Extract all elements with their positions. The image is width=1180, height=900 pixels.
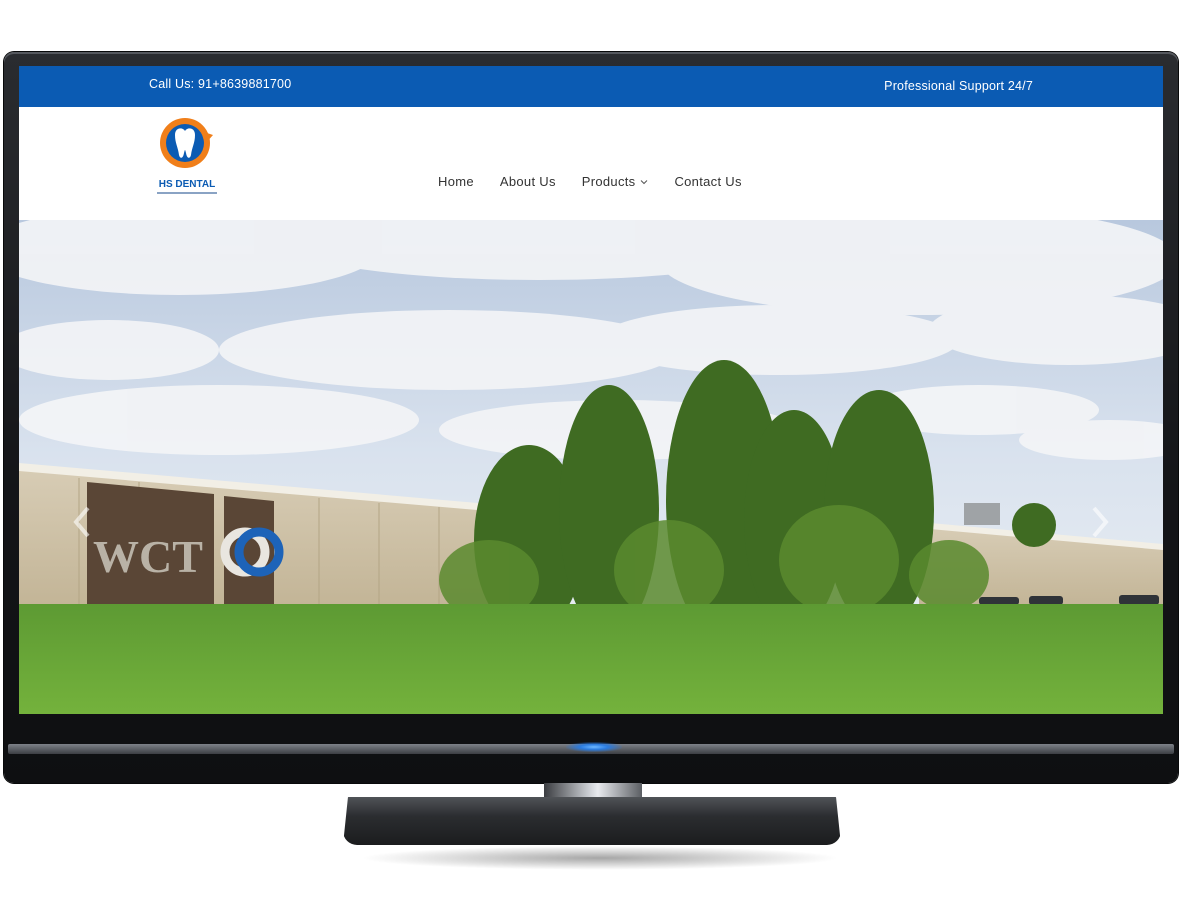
monitor-stand-base	[343, 797, 841, 845]
hero-slider: WCT	[19, 220, 1163, 714]
slider-next-arrow[interactable]	[1089, 505, 1111, 539]
nav-home[interactable]: Home	[438, 174, 474, 189]
nav-contact-label: Contact Us	[674, 174, 742, 189]
monitor-stand-shadow	[360, 846, 840, 870]
tooth-logo-icon	[160, 118, 213, 168]
call-us-text[interactable]: Call Us: 91+8639881700	[149, 77, 291, 91]
support-text: Professional Support 24/7	[884, 79, 1033, 93]
site-header: HS DENTAL Home About Us Products Contact…	[19, 107, 1163, 220]
brand-tagline-line	[157, 192, 217, 194]
nav-about-us[interactable]: About Us	[500, 174, 556, 189]
power-led	[566, 742, 622, 752]
nav-home-label: Home	[438, 174, 474, 189]
slider-prev-arrow[interactable]	[71, 505, 93, 539]
website-screen: Call Us: 91+8639881700 Professional Supp…	[19, 66, 1163, 714]
top-contact-bar: Call Us: 91+8639881700 Professional Supp…	[19, 66, 1163, 107]
nav-products-label: Products	[581, 174, 636, 189]
nav-about-label: About Us	[499, 174, 556, 189]
brand-name: HS DENTAL	[158, 179, 216, 190]
nav-products[interactable]: Products	[582, 174, 649, 189]
hero-image: WCT	[19, 220, 1163, 714]
brand-logo[interactable]: HS DENTAL	[155, 113, 219, 197]
sign-text-wct: WCT	[93, 531, 203, 582]
nav-contact-us[interactable]: Contact Us	[674, 174, 741, 189]
chevron-down-icon	[641, 179, 648, 184]
main-nav: Home About Us Products Contact Us	[438, 174, 742, 189]
